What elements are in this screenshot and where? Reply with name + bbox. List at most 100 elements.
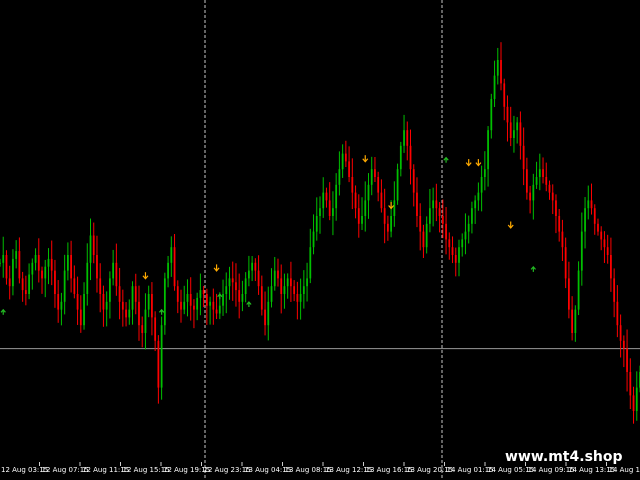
candle-body	[610, 255, 612, 279]
candle-body	[79, 309, 82, 326]
candle-body	[600, 231, 603, 240]
candle-body	[335, 184, 338, 209]
candle-body	[215, 309, 218, 314]
candle-body	[509, 122, 512, 138]
candle-body	[267, 301, 270, 326]
candle-body	[128, 309, 131, 318]
candle-body	[364, 200, 367, 216]
candle-body	[8, 278, 11, 287]
candle-body	[506, 106, 509, 123]
candle-body	[18, 251, 21, 279]
candle-body	[490, 99, 493, 131]
candle-body	[542, 169, 544, 177]
candle-body	[96, 255, 98, 279]
chart-background	[0, 0, 640, 480]
candle-body	[290, 278, 292, 287]
candle-body	[199, 290, 202, 298]
candle-body	[396, 169, 399, 201]
candle-body	[170, 247, 173, 263]
candle-body	[561, 231, 564, 248]
candle-body	[412, 169, 415, 193]
candle-body	[548, 184, 551, 193]
candle-body	[121, 301, 124, 310]
candle-body	[306, 278, 308, 287]
candle-body	[393, 200, 396, 216]
candle-body	[409, 145, 412, 170]
candle-body	[302, 286, 305, 294]
candle-body	[616, 301, 619, 326]
candle-body	[613, 278, 616, 302]
candle-body	[487, 130, 489, 170]
candle-body	[458, 247, 460, 263]
candle-body	[632, 395, 635, 411]
candle-body	[626, 348, 628, 372]
candle-body	[125, 309, 127, 318]
candle-body	[587, 200, 590, 209]
candle-body	[196, 297, 199, 310]
candle-body	[260, 286, 263, 310]
candle-body	[496, 60, 499, 76]
candle-body	[134, 286, 137, 302]
candle-body	[180, 301, 182, 310]
candle-body	[54, 270, 56, 294]
candle-body	[173, 247, 176, 287]
candle-body	[438, 208, 441, 216]
candle-body	[299, 294, 302, 302]
candle-body	[31, 262, 34, 275]
candle-body	[83, 294, 85, 326]
candle-body	[76, 294, 79, 310]
candle-body	[597, 223, 599, 232]
candle-body	[212, 301, 215, 310]
candle-body	[467, 223, 470, 232]
candle-body	[348, 161, 350, 177]
candle-body	[112, 262, 115, 279]
candle-body	[380, 192, 383, 209]
candle-body	[12, 258, 14, 287]
candle-body	[332, 208, 334, 216]
candle-body	[461, 239, 464, 248]
candle-body	[451, 247, 454, 255]
candle-body	[322, 192, 325, 209]
candle-body	[99, 278, 102, 294]
candle-body	[629, 372, 632, 396]
candle-body	[432, 200, 435, 209]
candle-body	[186, 294, 189, 302]
candle-body	[270, 286, 273, 302]
candle-body	[60, 301, 63, 310]
candle-body	[551, 192, 554, 201]
candle-body	[500, 60, 502, 84]
candle-body	[309, 247, 312, 279]
candle-body	[264, 309, 266, 326]
candle-body	[163, 278, 166, 326]
candle-body	[286, 278, 289, 287]
candle-body	[580, 231, 583, 271]
candle-body	[571, 309, 574, 333]
candle-body	[105, 301, 108, 310]
candle-body	[102, 294, 105, 310]
candle-body	[160, 325, 163, 388]
candle-body	[157, 340, 160, 388]
candle-body	[574, 309, 577, 333]
candle-body	[538, 169, 541, 177]
candle-body	[315, 216, 318, 232]
candle-body	[244, 278, 247, 294]
candle-body	[248, 270, 250, 279]
candle-body	[280, 278, 283, 294]
candle-body	[225, 286, 228, 294]
candle-body	[235, 282, 237, 291]
candle-body	[251, 262, 254, 271]
candle-body	[493, 75, 496, 99]
candle-body	[513, 130, 515, 138]
candle-body	[619, 325, 622, 341]
candle-body	[422, 231, 425, 248]
candle-body	[319, 208, 321, 216]
candle-body	[406, 130, 409, 146]
candle-body	[568, 278, 570, 310]
candle-body	[41, 270, 43, 279]
candle-body	[147, 294, 150, 310]
candle-body	[399, 145, 402, 170]
candle-body	[464, 231, 467, 240]
candle-body	[70, 255, 72, 279]
candle-body	[606, 247, 609, 255]
candle-body	[151, 294, 153, 318]
